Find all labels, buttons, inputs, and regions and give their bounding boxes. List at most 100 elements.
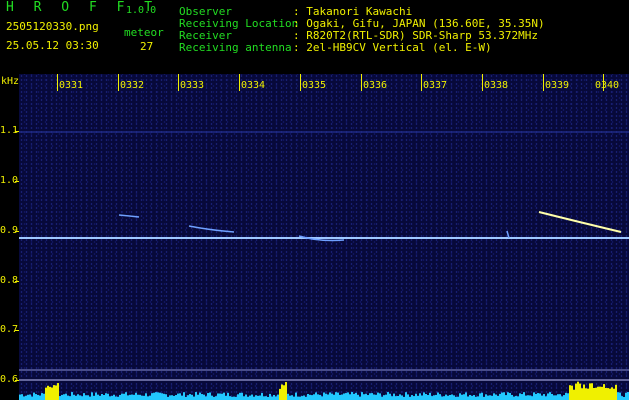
- level-bar: [521, 394, 523, 400]
- level-bar: [23, 396, 25, 400]
- level-bar: [287, 393, 289, 400]
- level-bar: [187, 395, 189, 400]
- level-bar: [317, 394, 319, 400]
- level-bar: [37, 394, 39, 400]
- meteor-label: meteor: [124, 26, 164, 39]
- level-bar: [345, 393, 347, 400]
- level-bar: [81, 396, 83, 400]
- level-bar: [395, 396, 397, 400]
- level-bar: [435, 394, 437, 400]
- level-bar: [437, 392, 439, 400]
- level-bar: [35, 394, 37, 400]
- level-bar: [155, 392, 157, 400]
- level-bar: [511, 394, 513, 400]
- x-tick-label: 0338: [484, 80, 509, 91]
- level-bar: [57, 383, 59, 400]
- level-bar: [291, 395, 293, 400]
- x-tick-mark: [482, 74, 483, 91]
- level-bar: [331, 393, 333, 400]
- level-bar: [327, 394, 329, 400]
- level-bar: [551, 393, 553, 400]
- level-bar: [555, 395, 557, 400]
- level-bar: [471, 395, 473, 400]
- level-bar: [51, 387, 53, 400]
- level-bar: [303, 395, 305, 400]
- level-bar: [527, 395, 529, 400]
- level-bar: [525, 395, 527, 400]
- level-bar: [459, 393, 461, 400]
- level-bar: [297, 396, 299, 400]
- level-bar: [517, 396, 519, 400]
- level-bar: [585, 388, 587, 400]
- level-bar: [97, 394, 99, 400]
- level-bar: [201, 394, 203, 400]
- level-bar: [605, 387, 607, 400]
- level-bar: [181, 395, 183, 400]
- level-bar: [535, 393, 537, 400]
- level-bar: [565, 392, 567, 400]
- level-bar: [531, 396, 533, 400]
- level-bar: [189, 394, 191, 400]
- level-bar: [219, 393, 221, 400]
- level-bar: [477, 396, 479, 400]
- file-datetime: 25.05.12 03:30: [6, 39, 99, 52]
- level-bar: [25, 395, 27, 400]
- level-bar: [133, 394, 135, 400]
- level-bar: [283, 385, 285, 400]
- level-bar: [325, 393, 327, 400]
- level-bar: [147, 396, 149, 400]
- level-bar: [375, 394, 377, 400]
- level-bar: [425, 394, 427, 400]
- level-bar: [413, 396, 415, 400]
- level-bar: [421, 395, 423, 400]
- level-bar: [191, 394, 193, 400]
- level-bar: [65, 393, 67, 400]
- level-bar: [87, 395, 89, 400]
- level-bar: [387, 392, 389, 400]
- level-bar: [119, 394, 121, 400]
- level-bar: [579, 383, 581, 400]
- level-bar: [359, 396, 361, 400]
- level-bar: [281, 384, 283, 400]
- level-bar: [121, 393, 123, 400]
- level-bar: [159, 392, 161, 400]
- y-tick-mark: [15, 181, 19, 182]
- level-bar: [279, 388, 281, 400]
- level-bar: [75, 395, 77, 400]
- level-bar: [41, 393, 43, 400]
- level-bar: [505, 395, 507, 400]
- level-bar: [29, 394, 31, 400]
- meteor-echo: [118, 214, 140, 218]
- level-bar: [229, 396, 231, 400]
- x-tick-mark: [421, 74, 422, 91]
- level-bar: [55, 385, 57, 400]
- level-bar: [179, 393, 181, 400]
- level-bar: [315, 392, 317, 400]
- level-bar: [183, 392, 185, 400]
- level-bar: [321, 396, 323, 400]
- level-bar: [539, 393, 541, 400]
- level-bar: [411, 395, 413, 400]
- level-bar: [575, 383, 577, 400]
- level-bar: [27, 394, 29, 400]
- level-bar: [129, 394, 131, 400]
- y-tick-mark: [15, 380, 19, 381]
- level-bar: [479, 393, 481, 400]
- level-bar: [573, 389, 575, 400]
- level-bar: [143, 395, 145, 400]
- level-bar: [351, 392, 353, 400]
- level-bar: [401, 395, 403, 400]
- x-tick-label: 0335: [302, 80, 327, 91]
- level-bar: [393, 393, 395, 400]
- level-bar: [135, 392, 137, 400]
- level-bar: [549, 392, 551, 400]
- level-bar: [407, 394, 409, 400]
- level-bar: [31, 396, 33, 400]
- level-bar: [561, 396, 563, 400]
- level-bar: [131, 394, 133, 400]
- level-bar: [309, 394, 311, 400]
- level-bar: [123, 393, 125, 400]
- level-bar: [615, 384, 617, 400]
- level-bar: [79, 395, 81, 400]
- level-bar: [497, 395, 499, 400]
